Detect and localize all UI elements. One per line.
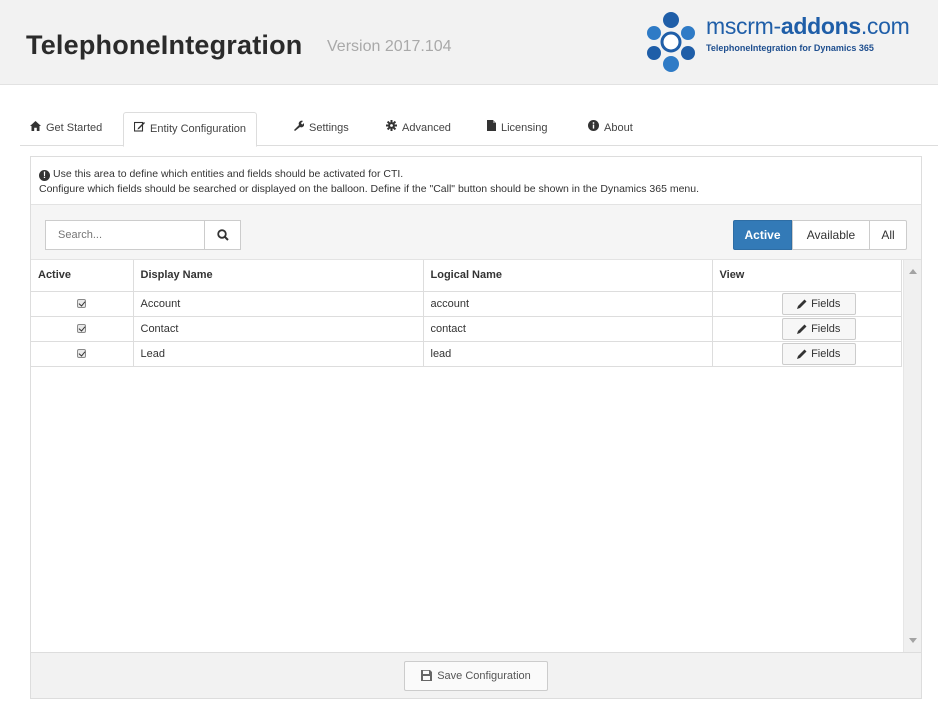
scroll-down-arrow-icon[interactable] <box>909 638 917 643</box>
fields-button[interactable]: Fields <box>781 317 856 340</box>
search-input[interactable] <box>45 220 205 250</box>
active-cell <box>31 290 134 317</box>
entity-configuration-panel: ! Use this area to define which entities … <box>30 156 922 699</box>
table-scrollbar[interactable] <box>903 260 921 652</box>
entity-table: Active Display Name Logical Name View Ac… <box>31 260 902 367</box>
display-name-cell: Account <box>132 290 424 317</box>
display-name-cell: Lead <box>132 340 424 367</box>
home-icon <box>30 121 41 131</box>
pencil-icon <box>797 349 807 359</box>
scroll-up-arrow-icon[interactable] <box>909 269 917 274</box>
version-label: Version 2017.104 <box>327 38 452 55</box>
logical-name-cell: contact <box>422 315 713 342</box>
active-checkbox[interactable] <box>77 324 87 334</box>
logo-tagline: TelephoneIntegration for Dynamics 365 <box>706 43 874 53</box>
active-checkbox[interactable] <box>77 299 87 309</box>
info-line-2: Configure which fields should be searche… <box>39 183 700 195</box>
view-cell: Fields <box>711 290 902 317</box>
column-header-view[interactable]: View <box>711 260 902 292</box>
tab-licensing[interactable]: Licensing <box>477 112 557 146</box>
info-icon <box>588 120 599 131</box>
active-checkbox[interactable] <box>77 349 87 359</box>
logical-name-cell: lead <box>422 340 713 367</box>
search-icon <box>217 229 229 241</box>
logo-mark-icon <box>647 12 695 72</box>
search-button[interactable] <box>204 220 241 250</box>
app-title: TelephoneIntegration <box>26 30 303 60</box>
logical-name-cell: account <box>422 290 713 317</box>
table-row: Account account Fields <box>31 290 902 317</box>
view-cell: Fields <box>711 315 902 342</box>
logo-text: mscrm-addons.com <box>706 13 910 39</box>
info-text: ! Use this area to define which entities … <box>39 168 700 195</box>
display-name-cell: Contact <box>132 315 424 342</box>
table-row: Contact contact Fields <box>31 315 902 342</box>
entity-table-container: Active Display Name Logical Name View Ac… <box>31 260 921 652</box>
table-row: Lead lead Fields <box>31 340 902 367</box>
filter-active-button[interactable]: Active <box>733 220 792 250</box>
tab-get-started[interactable]: Get Started <box>20 112 112 146</box>
table-header-row: Active Display Name Logical Name View <box>31 260 902 292</box>
tab-settings[interactable]: Settings <box>283 112 359 146</box>
fields-button[interactable]: Fields <box>781 292 856 315</box>
tab-advanced[interactable]: Advanced <box>376 112 461 146</box>
tab-about[interactable]: About <box>578 112 643 146</box>
column-header-display-name[interactable]: Display Name <box>132 260 424 292</box>
wrench-icon <box>294 120 304 131</box>
tab-bar: Get Started Entity Configuration Setting… <box>20 112 938 147</box>
fields-button[interactable]: Fields <box>781 342 856 365</box>
floppy-disk-icon <box>421 670 433 681</box>
view-cell: Fields <box>711 340 902 367</box>
filter-available-button[interactable]: Available <box>792 220 870 250</box>
active-cell <box>31 315 134 342</box>
brand-logo: mscrm-addons.com TelephoneIntegration fo… <box>640 11 920 77</box>
info-icon: ! <box>39 170 50 181</box>
tab-entity-configuration[interactable]: Entity Configuration <box>123 112 257 147</box>
save-configuration-button[interactable]: Save Configuration <box>404 661 548 691</box>
column-header-active[interactable]: Active <box>31 260 134 292</box>
filter-all-button[interactable]: All <box>869 220 907 250</box>
gear-icon <box>386 120 397 131</box>
document-icon <box>487 120 496 131</box>
app-header: TelephoneIntegration Version 2017.104 ms… <box>0 0 938 85</box>
active-cell <box>31 340 134 367</box>
table-toolbar: Active Available All <box>31 204 921 260</box>
pencil-icon <box>797 324 807 334</box>
panel-footer: Save Configuration <box>31 652 921 698</box>
pencil-icon <box>797 299 807 309</box>
column-header-logical-name[interactable]: Logical Name <box>422 260 713 292</box>
edit-icon <box>134 121 145 132</box>
